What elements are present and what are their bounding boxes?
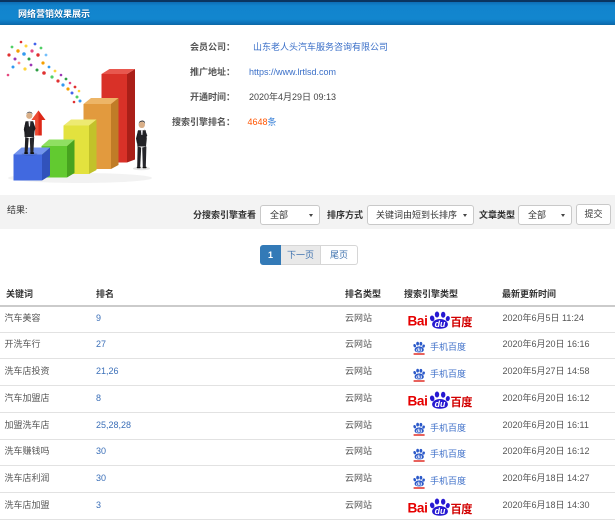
svg-text:百度: 百度 bbox=[451, 314, 473, 330]
svg-text:百度: 百度 bbox=[451, 394, 473, 410]
svg-text:Bai: Bai bbox=[408, 393, 428, 408]
svg-text:du: du bbox=[416, 375, 422, 381]
svg-text:du: du bbox=[416, 348, 422, 354]
svg-text:du: du bbox=[416, 428, 422, 434]
svg-text:Bai: Bai bbox=[408, 500, 428, 515]
svg-text:du: du bbox=[416, 482, 422, 488]
svg-text:Bai: Bai bbox=[408, 313, 428, 328]
svg-text:du: du bbox=[435, 319, 446, 329]
svg-text:du: du bbox=[435, 506, 446, 516]
svg-text:百度: 百度 bbox=[451, 501, 473, 517]
svg-text:du: du bbox=[435, 399, 446, 409]
svg-text:du: du bbox=[416, 455, 422, 461]
